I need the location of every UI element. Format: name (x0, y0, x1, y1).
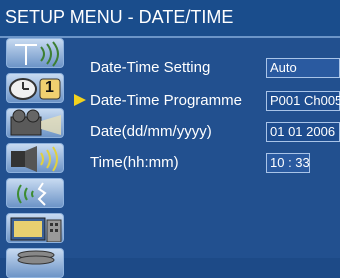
disk-stack-icon (17, 250, 55, 265)
date-time-programme-value[interactable]: P001 Ch005 (266, 91, 340, 111)
speaker-icon (11, 146, 58, 172)
row-label: Date(dd/mm/yyyy) (90, 123, 212, 140)
selection-pointer-icon (74, 94, 86, 106)
remote-signal-icon (17, 182, 47, 206)
sidebar: 1 (0, 38, 70, 278)
row-label: Date-Time Setting (90, 59, 211, 76)
antenna-icon (15, 41, 59, 67)
row-date-time-programme[interactable]: Date-Time Programme P001 Ch005 (70, 89, 340, 113)
title-bar: SETUP MENU - DATE/TIME (0, 0, 340, 38)
row-date[interactable]: Date(dd/mm/yyyy) 01 01 2006 (70, 120, 340, 144)
row-time[interactable]: Time(hh:mm) 10 : 33 (70, 151, 340, 175)
sidebar-item-disc[interactable] (6, 248, 64, 278)
sidebar-item-audio[interactable] (6, 143, 64, 173)
page-title: SETUP MENU - DATE/TIME (5, 7, 234, 27)
sidebar-item-date-time[interactable]: 1 (6, 73, 64, 103)
time-value[interactable]: 10 : 33 (266, 153, 310, 173)
row-label: Date-Time Programme (90, 92, 242, 109)
date-time-setting-value[interactable]: Auto (266, 58, 340, 78)
calendar-badge: 1 (45, 79, 54, 96)
settings-panel: Date-Time Setting Auto Date-Time Program… (70, 38, 340, 258)
sidebar-item-video[interactable] (6, 108, 64, 138)
tv-remote-icon (10, 217, 62, 242)
sidebar-item-remote-signal[interactable] (6, 178, 64, 208)
row-date-time-setting[interactable]: Date-Time Setting Auto (70, 56, 340, 80)
sidebar-item-preferences[interactable] (6, 213, 64, 243)
sidebar-item-antenna[interactable] (6, 38, 64, 68)
clock-icon (9, 78, 61, 100)
setup-menu-screen: SETUP MENU - DATE/TIME 1 Date-Time Setti… (0, 0, 340, 278)
date-value[interactable]: 01 01 2006 (266, 122, 340, 142)
row-label: Time(hh:mm) (90, 154, 179, 171)
film-projector-icon (10, 109, 61, 136)
